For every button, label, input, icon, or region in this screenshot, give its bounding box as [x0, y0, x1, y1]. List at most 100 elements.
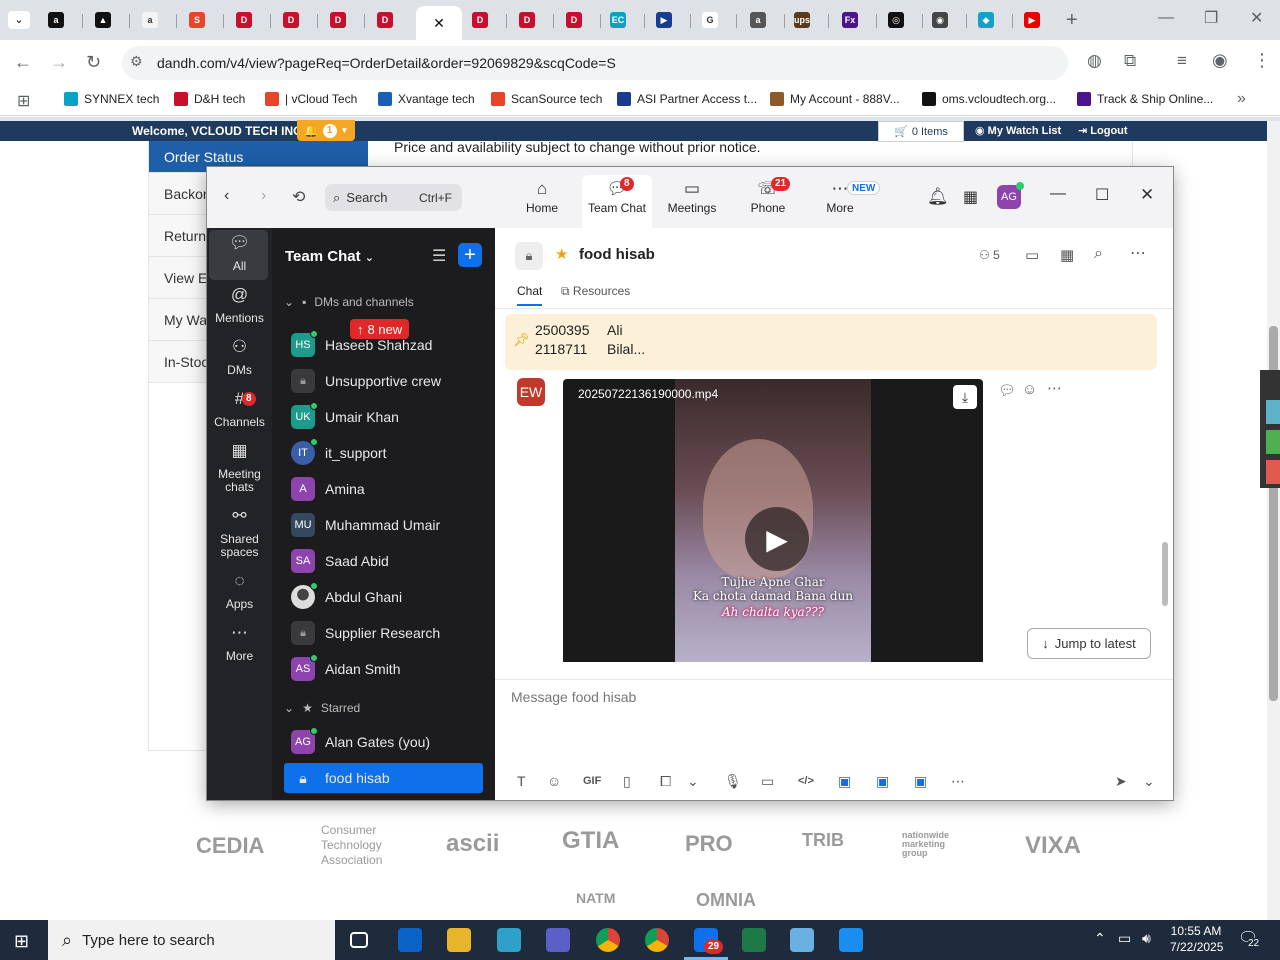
chat-list-item[interactable]: UK Umair Khan — [291, 402, 489, 432]
sender-avatar[interactable]: EW — [517, 378, 545, 406]
search-icon[interactable]: ⌕ — [1094, 245, 1103, 263]
notepad-icon[interactable] — [790, 928, 814, 952]
task-view-icon[interactable] — [350, 932, 368, 948]
menu-icon[interactable]: ⋮ — [1253, 50, 1271, 71]
outlook-icon[interactable] — [398, 928, 422, 952]
zoom-nav-home[interactable]: ⌂ Home — [507, 179, 577, 215]
rail-item-channels[interactable]: # Channels 8 — [207, 390, 272, 429]
file-explorer-icon[interactable] — [447, 928, 471, 952]
media-icon[interactable]: ≡ — [1177, 51, 1187, 71]
chevron-down-icon[interactable]: ⌄ — [687, 773, 699, 790]
history-icon[interactable]: ⟲ — [292, 187, 305, 207]
chat-scrollbar[interactable] — [1162, 542, 1168, 606]
video-call-icon[interactable]: ▭ — [1025, 246, 1039, 264]
rail-item-shared[interactable]: ⚯ Shared spaces — [207, 507, 272, 559]
back-icon[interactable]: ‹ — [224, 187, 229, 205]
volume-icon[interactable]: 🔊︎ — [1142, 930, 1151, 947]
chat-list-item[interactable]: 🔒︎ Unsupportive crew — [291, 366, 489, 396]
side-widget[interactable] — [1260, 370, 1280, 488]
forward-icon[interactable]: → — [50, 52, 68, 73]
browser-tab[interactable]: G — [692, 6, 728, 34]
rail-item-all[interactable]: 💬︎ All — [207, 234, 272, 273]
browser-tab[interactable]: a — [38, 6, 74, 34]
browser-tab[interactable]: a — [132, 6, 168, 34]
browser-tab[interactable]: D — [509, 6, 545, 34]
chat-list-item[interactable]: HS Haseeb Shahzad — [291, 330, 489, 360]
rail-item-apps[interactable]: ◌ Apps — [207, 572, 272, 611]
close-window-icon[interactable]: ✕ — [1250, 8, 1263, 28]
new-chat-button[interactable]: + — [458, 243, 482, 267]
app-icon[interactable] — [839, 928, 863, 952]
window-maximize-icon[interactable]: ☐ — [1095, 185, 1109, 205]
rail-item-mentions[interactable]: @ Mentions — [207, 286, 272, 325]
url-text[interactable]: dandh.com/v4/view?pageReq=OrderDetail&or… — [157, 55, 616, 71]
browser-tab[interactable]: ◉ — [922, 6, 958, 34]
code-icon[interactable]: </> — [798, 775, 814, 787]
microphone-icon[interactable]: 🎙︎ — [724, 773, 742, 790]
members-button[interactable]: ⚇ 5 — [979, 248, 1000, 262]
chat-list-item[interactable]: AG Alan Gates (you) — [291, 727, 489, 757]
window-minimize-icon[interactable]: — — [1050, 185, 1066, 203]
logout-link[interactable]: ⇥ Logout — [1078, 124, 1128, 137]
chat-list-item[interactable]: MU Muhammad Umair — [291, 510, 489, 540]
browser-tab[interactable]: ▲ — [85, 6, 121, 34]
bookmark-item[interactable]: oms.vcloudtech.org... — [922, 92, 1056, 106]
channel-item-selected[interactable]: 🔒︎ food hisab — [284, 763, 483, 793]
new-tab-icon[interactable]: + — [1066, 9, 1078, 32]
zoom-icon[interactable]: 29 — [694, 928, 724, 954]
chat-list-item[interactable]: AS Aidan Smith — [291, 654, 489, 684]
app-blue-icon[interactable]: ▣ — [838, 773, 851, 790]
chat-list-item[interactable]: IT it_support — [291, 438, 489, 468]
windows-start-icon[interactable]: ⊞ — [14, 931, 29, 952]
app-blue-icon[interactable]: ▣ — [876, 773, 889, 790]
apps-grid-icon[interactable]: ⊞ — [17, 91, 30, 111]
cart-button[interactable]: 🛒 0 Items — [878, 121, 964, 142]
download-icon[interactable]: ⤓ — [953, 385, 977, 409]
minimize-icon[interactable]: — — [1158, 9, 1174, 27]
forward-icon[interactable]: › — [261, 187, 266, 205]
browser-tab[interactable]: D — [556, 6, 592, 34]
bookmark-item[interactable]: My Account - 888V... — [770, 92, 900, 106]
globe-icon[interactable]: ◍ — [1087, 51, 1102, 71]
channel-title[interactable]: food hisab — [579, 246, 655, 263]
browser-tab[interactable]: D — [226, 6, 262, 34]
chrome-icon[interactable] — [645, 928, 669, 952]
browser-tab[interactable]: D — [367, 6, 403, 34]
browser-tab[interactable]: EC — [600, 6, 636, 34]
video-message-icon[interactable]: ▭ — [761, 773, 774, 790]
browser-tab[interactable]: D — [320, 6, 356, 34]
chat-list-item[interactable]: A Amina — [291, 474, 489, 504]
browser-tab[interactable]: D — [462, 6, 498, 34]
network-icon[interactable]: ▭ — [1118, 930, 1131, 947]
zoom-nav-video[interactable]: ▭ Meetings — [657, 179, 727, 215]
format-text-icon[interactable]: T — [517, 773, 526, 789]
bookmark-item[interactable]: SYNNEX tech — [64, 92, 159, 106]
clock[interactable]: 10:55 AM 7/22/2025 — [1170, 924, 1223, 954]
pinned-message[interactable]: 📌︎ 2500395 Ali 2118711 Bilal... — [505, 314, 1157, 370]
rail-item-meeting[interactable]: ▦ Meeting chats — [207, 442, 272, 494]
tab-resources[interactable]: ⧉ Resources — [561, 284, 630, 299]
reload-icon[interactable]: ↻ — [86, 52, 101, 73]
chat-list-item[interactable]: SA Saad Abid — [291, 546, 489, 576]
emoji-icon[interactable]: ☺ — [547, 773, 561, 789]
video-attachment[interactable]: 20250722136190000.mp4 ⤓ ▶ Tujhe Apne Gha… — [563, 379, 983, 662]
browser-tab[interactable]: ✕ — [416, 6, 462, 40]
add-reaction-icon[interactable]: ☺ — [1022, 381, 1037, 398]
chrome-icon[interactable] — [596, 928, 620, 952]
more-bookmarks-icon[interactable]: » — [1237, 90, 1246, 108]
list-title[interactable]: Team Chat ⌄ — [285, 248, 374, 265]
window-close-icon[interactable]: ✕ — [1140, 185, 1154, 205]
site-info-icon[interactable]: ⚙ — [130, 53, 143, 70]
calendar-icon[interactable]: ▦ — [963, 187, 978, 207]
zoom-nav-chat[interactable]: 💬︎ Team Chat 8 — [582, 175, 652, 228]
teams-icon[interactable] — [546, 928, 570, 952]
rail-item-dms[interactable]: ⚇ DMs — [207, 338, 272, 377]
browser-tab[interactable]: ▶ — [646, 6, 682, 34]
chat-list-item[interactable]: 🔒︎ Supplier Research — [291, 618, 489, 648]
browser-tab[interactable]: a — [740, 6, 776, 34]
screenshot-icon[interactable]: ⧠ — [660, 773, 671, 790]
chevron-down-icon[interactable]: ⌄ — [1143, 773, 1155, 790]
browser-tab[interactable]: D — [273, 6, 309, 34]
jump-to-latest-button[interactable]: ↓ Jump to latest — [1027, 628, 1151, 659]
browser-tab[interactable]: ◆ — [968, 6, 1004, 34]
